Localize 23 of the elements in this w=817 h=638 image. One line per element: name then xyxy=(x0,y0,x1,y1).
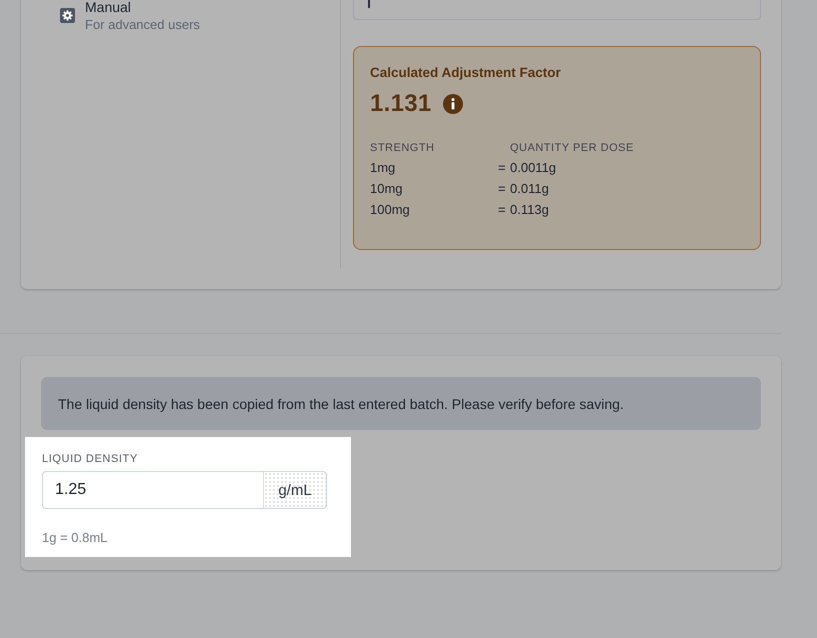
column-header: STRENGTH xyxy=(370,141,434,156)
equals-sign: = xyxy=(498,201,506,219)
density-input[interactable]: 1.25 xyxy=(42,471,264,509)
column-header: QUANTITY PER DOSE xyxy=(510,141,634,156)
option-description: For advanced users xyxy=(85,16,200,34)
equals-sign: = xyxy=(498,180,506,198)
strength-cell-text: 10mg xyxy=(370,180,403,198)
factor-value: 1.131 xyxy=(370,89,432,119)
info-alert: The liquid density has been copied from the last entered batch. Please verify before saving. xyxy=(41,377,761,430)
info-icon[interactable] xyxy=(442,94,463,114)
option-label[interactable]: Manual xyxy=(85,0,131,16)
unit-addon: g/mL xyxy=(263,471,327,509)
field-label: LIQUID DENSITY xyxy=(42,452,138,466)
quantity-cell-text: 0.0011g xyxy=(510,159,556,177)
quantity-cell-text: 0.113g xyxy=(510,201,549,219)
conversion-hint: 1g = 0.8mL xyxy=(42,529,108,547)
strength-cell-text: 1mg xyxy=(370,159,396,177)
strength-cell-text: 100mg xyxy=(370,201,410,219)
quantity-cell-text: 0.011g xyxy=(510,180,549,198)
gear-icon xyxy=(60,8,75,23)
panel-title: Calculated Adjustment Factor xyxy=(370,64,561,82)
text-cursor xyxy=(368,0,370,8)
equals-sign: = xyxy=(498,159,506,177)
